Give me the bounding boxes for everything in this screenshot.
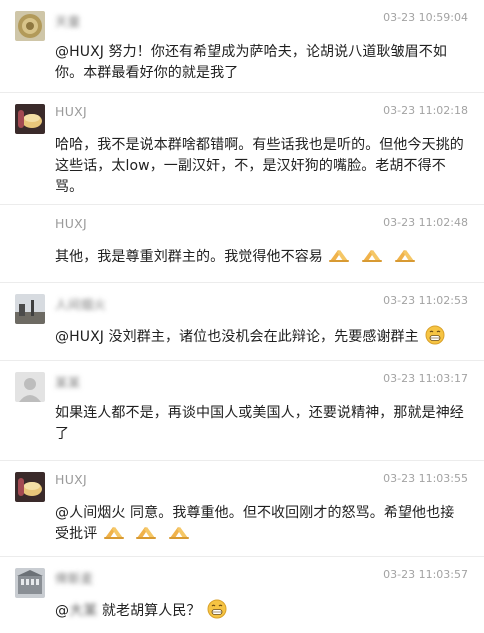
timestamp: 03-23 11:02:18 (383, 104, 468, 117)
sender-name[interactable]: HUXJ (55, 472, 87, 487)
avatar[interactable] (15, 104, 45, 134)
pray-emoji-icon (329, 250, 350, 262)
message-text: 其他，我是尊重刘群主的。我觉得他不容易 (55, 245, 472, 282)
message-text: @人间烟火 同意。我尊重他。但不收回刚才的怒骂。希望他也接 受批评 (55, 501, 472, 559)
sender-name[interactable]: HUXJ (55, 104, 87, 119)
pray-emoji-icon (136, 527, 157, 539)
pray-emoji-icon (394, 250, 415, 262)
chat-message: 俾斯麦 03-23 11:03:57 @大某 就老胡算人民？ (0, 556, 484, 633)
avatar[interactable] (15, 568, 45, 598)
avatar[interactable] (15, 294, 45, 324)
avatar[interactable] (15, 11, 45, 41)
message-text-line: 受批评 (55, 526, 98, 542)
message-text: @HUXJ 努力！你还有希望成为萨哈夫，论胡说八道耿皱眉不如你。本群最看好你的就… (55, 44, 447, 81)
message-text: @HUXJ 没刘群主，诸位也没机会在此辩论，先要感谢群主 (55, 323, 472, 362)
message-text: @大某 就老胡算人民？ (55, 597, 472, 633)
sender-name[interactable]: 天童 (55, 11, 81, 30)
chat-message: 人间烟火 03-23 11:02:53 @HUXJ 没刘群主，诸位也没机会在此辩… (0, 282, 484, 360)
message-text-content: 其他，我是尊重刘群主的。我觉得他不容易 (55, 249, 323, 265)
avatar[interactable] (15, 372, 45, 402)
message-text: 哈哈，我不是说本群啥都错啊。有些话我也是听的。但他今天挑的这些话，太low，一副… (55, 137, 464, 195)
chat-message: 某某 03-23 11:03:17 如果连人都不是，再谈中国人或美国人，还要说精… (0, 360, 484, 460)
chat-message: HUXJ 03-23 11:02:18 哈哈，我不是说本群啥都错啊。有些话我也是… (0, 92, 484, 204)
sender-name[interactable]: 某某 (55, 372, 81, 391)
pray-emoji-icon (169, 527, 189, 539)
chat-message: 天童 03-23 10:59:04 @HUXJ 努力！你还有希望成为萨哈夫，论胡… (0, 0, 484, 92)
avatar[interactable] (15, 472, 45, 502)
sender-name[interactable]: 人间烟火 (55, 294, 106, 313)
message-text-line: @人间烟火 同意。我尊重他。但不收回刚才的怒骂。希望他也接 (55, 505, 455, 521)
timestamp: 03-23 11:02:53 (383, 294, 468, 307)
timestamp: 03-23 11:03:17 (383, 372, 468, 385)
chat-message: HUXJ 03-23 11:03:55 @人间烟火 同意。我尊重他。但不收回刚才… (0, 460, 484, 556)
mention-name[interactable]: 大某 (69, 603, 97, 619)
grin-emoji-icon (425, 325, 445, 345)
sender-name[interactable]: HUXJ (55, 216, 87, 231)
sender-name[interactable]: 俾斯麦 (55, 568, 93, 587)
grin-emoji-icon (207, 599, 227, 619)
message-text: 如果连人都不是，再谈中国人或美国人，还要说精神，那就是神经了 (55, 405, 464, 442)
pray-emoji-icon (362, 250, 383, 262)
mention-prefix: @ (55, 603, 70, 619)
timestamp: 03-23 11:02:48 (383, 216, 468, 229)
group-chat-feed: 天童 03-23 10:59:04 @HUXJ 努力！你还有希望成为萨哈夫，论胡… (0, 0, 484, 633)
pray-emoji-icon (103, 527, 124, 539)
timestamp: 03-23 11:03:57 (383, 568, 468, 581)
message-text-content: 就老胡算人民？ (97, 603, 201, 619)
timestamp: 03-23 10:59:04 (383, 11, 468, 24)
chat-message: HUXJ 03-23 11:02:48 其他，我是尊重刘群主的。我觉得他不容易 (0, 204, 484, 282)
timestamp: 03-23 11:03:55 (383, 472, 468, 485)
message-text-content: @HUXJ 没刘群主，诸位也没机会在此辩论，先要感谢群主 (55, 329, 419, 345)
